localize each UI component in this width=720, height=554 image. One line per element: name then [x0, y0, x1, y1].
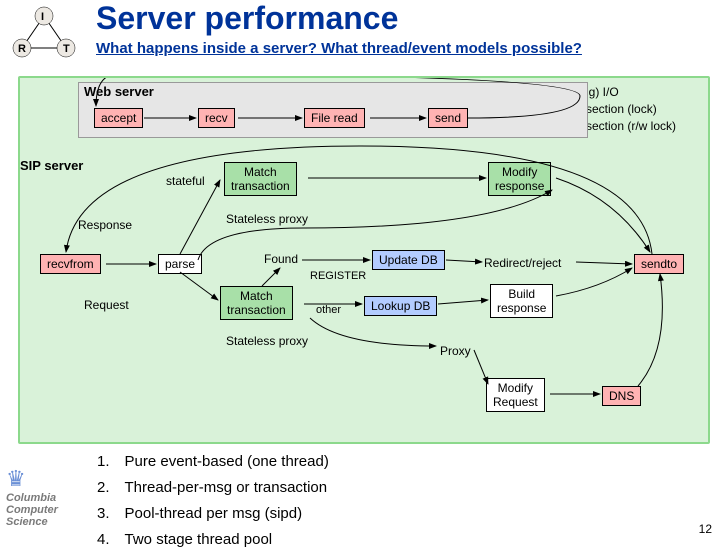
node-build-response: Build response: [490, 284, 553, 318]
node-recv: recv: [198, 108, 235, 128]
page-subtitle: What happens inside a server? What threa…: [96, 40, 582, 57]
columbia-logo: ♛ Columbia Computer Science: [6, 466, 90, 528]
page-number: 12: [699, 522, 712, 536]
model-1: Pure event-based (one thread): [124, 450, 330, 474]
models-list: 1.Pure event-based (one thread) 2.Thread…: [94, 448, 332, 554]
model-3: Pool-thread per msg (sipd): [124, 502, 330, 526]
label-response: Response: [78, 218, 132, 232]
irt-logo: I R T: [8, 4, 80, 64]
node-match-transaction-2: Match transaction: [220, 286, 293, 320]
node-match-transaction-1: Match transaction: [224, 162, 297, 196]
model-2: Thread-per-msg or transaction: [124, 476, 330, 500]
label-stateless-1: Stateless proxy: [226, 212, 308, 226]
svg-text:T: T: [63, 43, 70, 55]
page-title: Server performance: [96, 0, 398, 37]
node-update-db: Update DB: [372, 250, 445, 270]
label-register: REGISTER: [310, 270, 366, 282]
node-modify-response: Modify response: [488, 162, 551, 196]
node-sendto: sendto: [634, 254, 684, 274]
node-parse: parse: [158, 254, 202, 274]
label-redirect: Redirect/reject: [484, 256, 561, 270]
label-stateless-2: Stateless proxy: [226, 334, 308, 348]
node-file-read: File read: [304, 108, 365, 128]
label-stateful: stateful: [166, 174, 205, 188]
node-lookup-db: Lookup DB: [364, 296, 437, 316]
label-found: Found: [264, 252, 298, 266]
label-other: other: [316, 304, 341, 316]
node-dns: DNS: [602, 386, 641, 406]
svg-text:R: R: [18, 43, 26, 55]
svg-text:I: I: [41, 11, 44, 23]
node-accept: accept: [94, 108, 143, 128]
label-proxy: Proxy: [440, 344, 471, 358]
node-send: send: [428, 108, 468, 128]
diagram-area: (Blocking) I/O Critical section (lock) C…: [18, 76, 710, 444]
sip-title: SIP server: [20, 158, 83, 173]
model-4: Two stage thread pool: [124, 528, 330, 552]
node-modify-request: Modify Request: [486, 378, 545, 412]
crown-icon: ♛: [6, 466, 90, 492]
label-request: Request: [84, 298, 129, 312]
web-server-title: Web server: [84, 84, 154, 99]
node-recvfrom: recvfrom: [40, 254, 101, 274]
